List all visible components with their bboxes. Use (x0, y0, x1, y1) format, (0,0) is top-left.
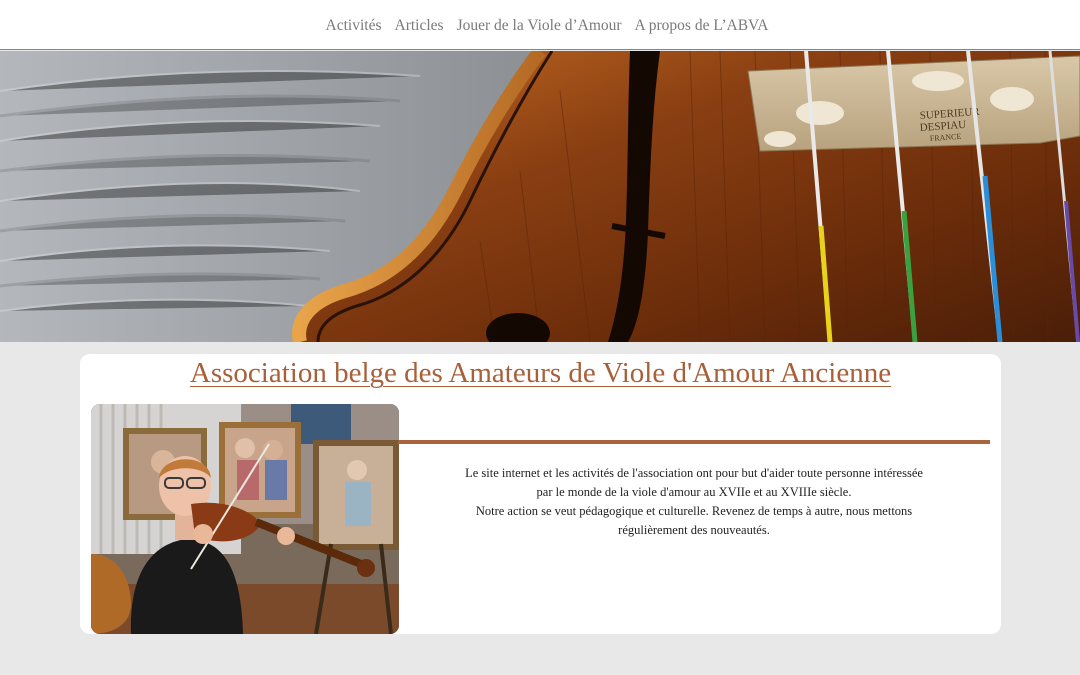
nav-link-apropos[interactable]: A propos de L’ABVA (635, 17, 769, 34)
violist-photo (91, 404, 399, 634)
page-title: Association belge des Amateurs de Viole … (80, 356, 1001, 390)
intro-line-3: Notre action se veut pédagogique et cult… (475, 504, 913, 518)
intro-line-2: par le monde de la viole d'amour au XVII… (536, 485, 852, 499)
section-divider (398, 440, 990, 444)
top-navigation: Activités Articles Jouer de la Viole d’A… (0, 0, 1080, 50)
nav-link-jouer[interactable]: Jouer de la Viole d’Amour (457, 17, 622, 34)
nav-item-activites: Activités (326, 17, 382, 35)
main-content-card: Association belge des Amateurs de Viole … (80, 354, 1001, 634)
intro-line-1: Le site internet et les activités de l'a… (465, 466, 923, 480)
nav-item-articles: Articles (395, 17, 444, 35)
intro-line-4: régulièrement des nouveautés. (618, 523, 770, 537)
hero-banner-image: SUPERIEUR DESPIAU FRANCE (0, 51, 1080, 342)
violin-illustration: SUPERIEUR DESPIAU FRANCE (0, 51, 1080, 342)
page-title-link[interactable]: Association belge des Amateurs de Viole … (190, 357, 891, 389)
nav-link-activites[interactable]: Activités (326, 17, 382, 34)
nav-item-apropos: A propos de L’ABVA (635, 17, 769, 35)
intro-text: Le site internet et les activités de l'a… (410, 464, 978, 540)
nav-item-jouer: Jouer de la Viole d’Amour (457, 17, 622, 35)
nav-menu: Activités Articles Jouer de la Viole d’A… (326, 17, 769, 35)
nav-link-articles[interactable]: Articles (395, 17, 444, 34)
violist-illustration (91, 404, 399, 634)
